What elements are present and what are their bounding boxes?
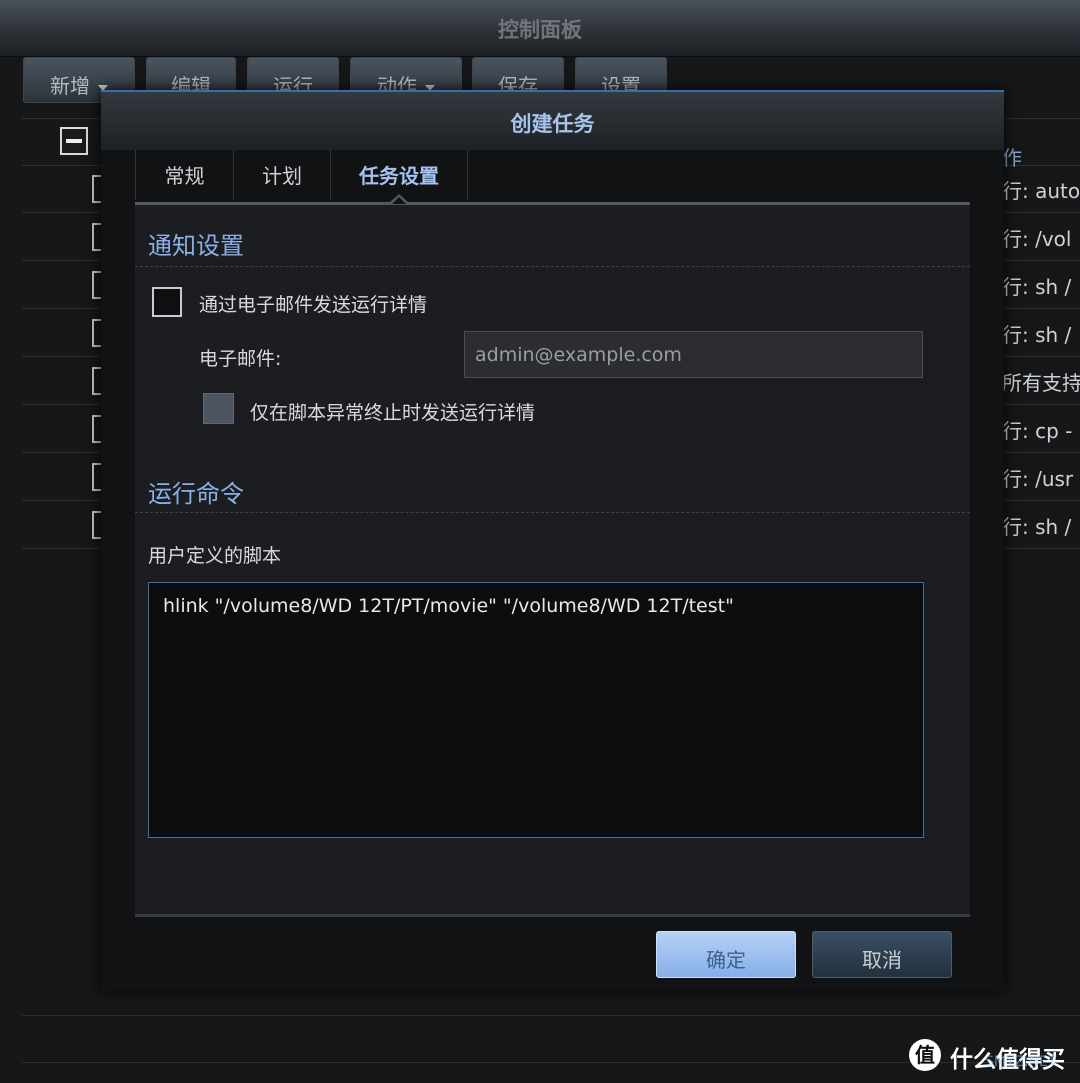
new-button-label: 新增 [50, 74, 90, 98]
window-title: 控制面板 [498, 18, 582, 42]
run-command-section-title: 运行命令 [148, 480, 244, 508]
row-action-text: 行: sh / [1002, 515, 1072, 539]
row-action-text: 所有支持 [1002, 371, 1080, 395]
divider [22, 1015, 1080, 1016]
script-label: 用户定义的脚本 [148, 545, 282, 567]
cancel-button-label: 取消 [862, 948, 902, 972]
send-email-label[interactable]: 通过电子邮件发送运行详情 [199, 290, 427, 317]
cancel-button[interactable]: 取消 [812, 931, 952, 978]
notification-section-title: 通知设置 [148, 232, 244, 260]
tab-label: 计划 [262, 164, 302, 188]
tab-task-settings[interactable]: 任务设置 [330, 150, 468, 200]
dialog-title: 创建任务 [510, 112, 595, 136]
row-action-text: 行: auto [1002, 179, 1080, 203]
tab-general[interactable]: 常规 [135, 150, 233, 200]
abnormal-only-checkbox[interactable] [203, 393, 234, 424]
tab-label: 常规 [164, 164, 205, 188]
dialog-header: 创建任务 [101, 92, 1004, 150]
section-divider [135, 266, 970, 267]
window-titlebar: 控制面板 [0, 0, 1080, 57]
tab-schedule[interactable]: 计划 [233, 150, 330, 200]
row-action-text: 行: sh / [1002, 275, 1072, 299]
row-action-text: 行: cp - [1002, 419, 1073, 443]
watermark-logo-icon: 值 [909, 1039, 941, 1071]
email-field[interactable] [464, 331, 923, 378]
script-textarea[interactable]: hlink "/volume8/WD 12T/PT/movie" "/volum… [148, 582, 924, 838]
email-label: 电子邮件: [199, 348, 282, 370]
watermark-subtext: SMYZ.NET [985, 1054, 1057, 1070]
row-action-text: 行: sh / [1002, 323, 1072, 347]
active-tab-indicator [389, 194, 409, 204]
tab-label: 任务设置 [359, 164, 439, 188]
send-email-checkbox[interactable] [152, 287, 182, 317]
row-action-text: 行: /vol [1002, 227, 1072, 251]
ok-button-label: 确定 [706, 948, 746, 972]
select-all-checkbox[interactable] [60, 127, 88, 155]
row-action-text: 行: /usr [1002, 467, 1074, 491]
abnormal-only-label: 仅在脚本异常终止时发送运行详情 [250, 402, 536, 424]
section-divider [135, 512, 970, 513]
create-task-dialog: 创建任务 常规 计划 任务设置 通知设置 通过电子邮件发送运行详情 电子邮件: … [101, 90, 1004, 991]
ok-button[interactable]: 确定 [656, 931, 796, 978]
footer-divider [135, 914, 970, 917]
